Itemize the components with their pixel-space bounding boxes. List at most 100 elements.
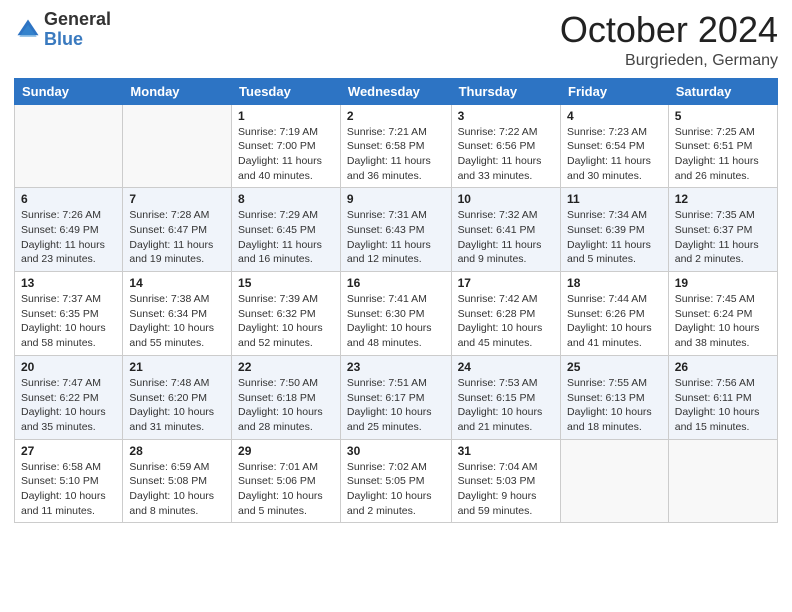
calendar-cell: 19 Sunrise: 7:45 AMSunset: 6:24 PMDayligh… xyxy=(668,272,777,356)
weekday-header-tuesday: Tuesday xyxy=(232,78,341,104)
day-info: Sunrise: 7:04 AMSunset: 5:03 PMDaylight:… xyxy=(458,460,554,519)
location-title: Burgrieden, Germany xyxy=(560,52,778,70)
calendar-cell: 31Sunrise: 7:04 AMSunset: 5:03 PMDayligh… xyxy=(451,439,560,523)
calendar-cell: 20 Sunrise: 7:47 AMSunset: 6:22 PMDayligh… xyxy=(15,355,123,439)
calendar-cell: 12Sunrise: 7:35 AMSunset: 6:37 PMDayligh… xyxy=(668,188,777,272)
day-info: Sunrise: 7:02 AMSunset: 5:05 PMDaylight:… xyxy=(347,460,445,519)
day-info: Sunrise: 7:28 AMSunset: 6:47 PMDaylight:… xyxy=(129,208,225,267)
day-info: Sunrise: 7:34 AMSunset: 6:39 PMDaylight:… xyxy=(567,208,662,267)
day-info: Sunrise: 7:41 AMSunset: 6:30 PMDaylight:… xyxy=(347,292,445,351)
month-title: October 2024 xyxy=(560,10,778,50)
day-info: Sunrise: 7:38 AMSunset: 6:34 PMDaylight:… xyxy=(129,292,225,351)
day-info: Sunrise: 7:48 AMSunset: 6:20 PMDaylight:… xyxy=(129,376,225,435)
day-info: Sunrise: 7:44 AMSunset: 6:26 PMDaylight:… xyxy=(567,292,662,351)
day-info: Sunrise: 7:31 AMSunset: 6:43 PMDaylight:… xyxy=(347,208,445,267)
calendar-cell xyxy=(668,439,777,523)
calendar-cell: 22 Sunrise: 7:50 AMSunset: 6:18 PMDayligh… xyxy=(232,355,341,439)
logo: General Blue xyxy=(14,10,111,50)
day-number: 24 xyxy=(458,360,554,374)
calendar-cell xyxy=(123,104,232,188)
page: General Blue October 2024 Burgrieden, Ge… xyxy=(0,0,792,612)
day-number: 9 xyxy=(347,192,445,206)
day-number: 18 xyxy=(567,276,662,290)
header: General Blue October 2024 Burgrieden, Ge… xyxy=(14,10,778,70)
day-number: 5 xyxy=(675,109,771,123)
weekday-header-saturday: Saturday xyxy=(668,78,777,104)
calendar-cell: 11 Sunrise: 7:34 AMSunset: 6:39 PMDayligh… xyxy=(561,188,669,272)
calendar-cell: 15 Sunrise: 7:39 AMSunset: 6:32 PMDayligh… xyxy=(232,272,341,356)
day-info: Sunrise: 7:29 AMSunset: 6:45 PMDaylight:… xyxy=(238,208,334,267)
day-number: 27 xyxy=(21,444,116,458)
day-number: 8 xyxy=(238,192,334,206)
weekday-header-friday: Friday xyxy=(561,78,669,104)
day-info: Sunrise: 6:59 AMSunset: 5:08 PMDaylight:… xyxy=(129,460,225,519)
calendar-week-row-1: 1 Sunrise: 7:19 AMSunset: 7:00 PMDaylight… xyxy=(15,104,778,188)
calendar-cell: 9 Sunrise: 7:31 AMSunset: 6:43 PMDaylight… xyxy=(340,188,451,272)
day-info: Sunrise: 7:23 AMSunset: 6:54 PMDaylight:… xyxy=(567,125,662,184)
calendar-cell: 23Sunrise: 7:51 AMSunset: 6:17 PMDayligh… xyxy=(340,355,451,439)
weekday-header-thursday: Thursday xyxy=(451,78,560,104)
calendar-cell: 21 Sunrise: 7:48 AMSunset: 6:20 PMDayligh… xyxy=(123,355,232,439)
calendar-cell: 10 Sunrise: 7:32 AMSunset: 6:41 PMDayligh… xyxy=(451,188,560,272)
day-info: Sunrise: 7:50 AMSunset: 6:18 PMDaylight:… xyxy=(238,376,334,435)
calendar-cell: 17Sunrise: 7:42 AMSunset: 6:28 PMDayligh… xyxy=(451,272,560,356)
day-number: 16 xyxy=(347,276,445,290)
calendar-cell: 30Sunrise: 7:02 AMSunset: 5:05 PMDayligh… xyxy=(340,439,451,523)
day-info: Sunrise: 7:47 AMSunset: 6:22 PMDaylight:… xyxy=(21,376,116,435)
day-number: 15 xyxy=(238,276,334,290)
calendar-table: SundayMondayTuesdayWednesdayThursdayFrid… xyxy=(14,78,778,524)
day-info: Sunrise: 7:53 AMSunset: 6:15 PMDaylight:… xyxy=(458,376,554,435)
day-info: Sunrise: 7:19 AMSunset: 7:00 PMDaylight:… xyxy=(238,125,334,184)
calendar-week-row-5: 27 Sunrise: 6:58 AMSunset: 5:10 PMDayligh… xyxy=(15,439,778,523)
calendar-week-row-3: 13 Sunrise: 7:37 AMSunset: 6:35 PMDayligh… xyxy=(15,272,778,356)
day-number: 13 xyxy=(21,276,116,290)
day-info: Sunrise: 7:37 AMSunset: 6:35 PMDaylight:… xyxy=(21,292,116,351)
calendar-cell: 16 Sunrise: 7:41 AMSunset: 6:30 PMDayligh… xyxy=(340,272,451,356)
day-info: Sunrise: 6:58 AMSunset: 5:10 PMDaylight:… xyxy=(21,460,116,519)
calendar-cell: 26 Sunrise: 7:56 AMSunset: 6:11 PMDayligh… xyxy=(668,355,777,439)
title-block: October 2024 Burgrieden, Germany xyxy=(560,10,778,70)
day-number: 17 xyxy=(458,276,554,290)
logo-icon xyxy=(14,16,42,44)
day-number: 22 xyxy=(238,360,334,374)
day-info: Sunrise: 7:56 AMSunset: 6:11 PMDaylight:… xyxy=(675,376,771,435)
weekday-header-wednesday: Wednesday xyxy=(340,78,451,104)
day-info: Sunrise: 7:51 AMSunset: 6:17 PMDaylight:… xyxy=(347,376,445,435)
day-info: Sunrise: 7:45 AMSunset: 6:24 PMDaylight:… xyxy=(675,292,771,351)
day-number: 14 xyxy=(129,276,225,290)
day-number: 10 xyxy=(458,192,554,206)
weekday-header-row: SundayMondayTuesdayWednesdayThursdayFrid… xyxy=(15,78,778,104)
calendar-cell: 14 Sunrise: 7:38 AMSunset: 6:34 PMDayligh… xyxy=(123,272,232,356)
day-number: 7 xyxy=(129,192,225,206)
day-number: 21 xyxy=(129,360,225,374)
day-info: Sunrise: 7:32 AMSunset: 6:41 PMDaylight:… xyxy=(458,208,554,267)
calendar-cell: 1 Sunrise: 7:19 AMSunset: 7:00 PMDaylight… xyxy=(232,104,341,188)
calendar-cell: 13 Sunrise: 7:37 AMSunset: 6:35 PMDayligh… xyxy=(15,272,123,356)
day-number: 19 xyxy=(675,276,771,290)
day-info: Sunrise: 7:21 AMSunset: 6:58 PMDaylight:… xyxy=(347,125,445,184)
calendar-week-row-2: 6Sunrise: 7:26 AMSunset: 6:49 PMDaylight… xyxy=(15,188,778,272)
calendar-cell: 25Sunrise: 7:55 AMSunset: 6:13 PMDayligh… xyxy=(561,355,669,439)
day-number: 12 xyxy=(675,192,771,206)
day-number: 4 xyxy=(567,109,662,123)
day-number: 11 xyxy=(567,192,662,206)
calendar-week-row-4: 20 Sunrise: 7:47 AMSunset: 6:22 PMDayligh… xyxy=(15,355,778,439)
day-number: 3 xyxy=(458,109,554,123)
day-number: 1 xyxy=(238,109,334,123)
calendar-cell xyxy=(15,104,123,188)
calendar-cell: 28Sunrise: 6:59 AMSunset: 5:08 PMDayligh… xyxy=(123,439,232,523)
day-number: 20 xyxy=(21,360,116,374)
day-info: Sunrise: 7:55 AMSunset: 6:13 PMDaylight:… xyxy=(567,376,662,435)
day-info: Sunrise: 7:39 AMSunset: 6:32 PMDaylight:… xyxy=(238,292,334,351)
calendar-cell: 8 Sunrise: 7:29 AMSunset: 6:45 PMDaylight… xyxy=(232,188,341,272)
calendar-cell: 4 Sunrise: 7:23 AMSunset: 6:54 PMDaylight… xyxy=(561,104,669,188)
calendar-cell: 29Sunrise: 7:01 AMSunset: 5:06 PMDayligh… xyxy=(232,439,341,523)
day-info: Sunrise: 7:22 AMSunset: 6:56 PMDaylight:… xyxy=(458,125,554,184)
day-info: Sunrise: 7:26 AMSunset: 6:49 PMDaylight:… xyxy=(21,208,116,267)
day-number: 2 xyxy=(347,109,445,123)
calendar-cell: 6Sunrise: 7:26 AMSunset: 6:49 PMDaylight… xyxy=(15,188,123,272)
logo-blue: Blue xyxy=(44,30,111,50)
weekday-header-monday: Monday xyxy=(123,78,232,104)
day-number: 26 xyxy=(675,360,771,374)
day-number: 29 xyxy=(238,444,334,458)
